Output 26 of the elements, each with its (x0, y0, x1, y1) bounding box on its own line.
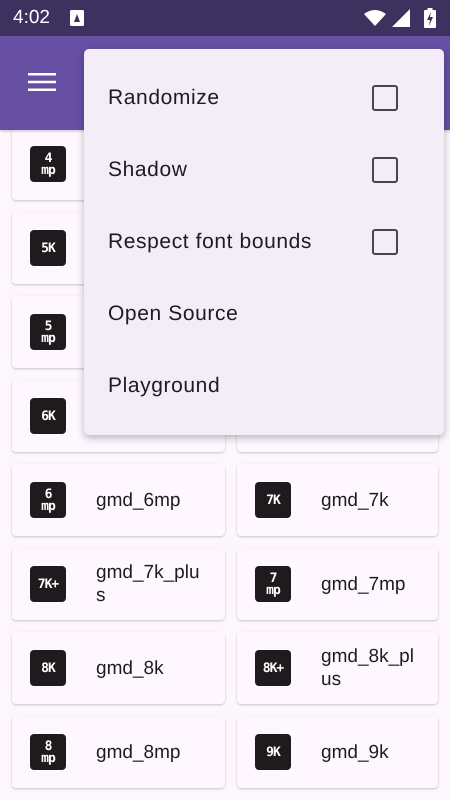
icon-name: gmd_7k (321, 488, 390, 512)
icon-name: gmd_8k_plus (321, 645, 415, 691)
menu-item-label: Playground (108, 374, 220, 398)
icon-name: gmd_8mp (96, 740, 182, 764)
badge-icon: 5K (30, 230, 66, 266)
menu-item-label: Randomize (108, 86, 220, 110)
badge-icon: 7K (255, 482, 291, 518)
icon-name: gmd_6mp (96, 488, 182, 512)
menu-item-label: Open Source (108, 302, 238, 326)
icon-name: gmd_8k (96, 656, 165, 680)
badge-icon: 7K+ (30, 566, 66, 602)
menu-item-label: Shadow (108, 158, 188, 182)
badge-icon: 8K (30, 650, 66, 686)
badge-icon: 9K (255, 734, 291, 770)
badge-icon: 4 mp (30, 146, 66, 182)
icon-name: gmd_9k (321, 740, 390, 764)
badge-icon: 8K+ (255, 650, 291, 686)
badge-icon: 7 mp (255, 566, 291, 602)
icon-name: gmd_7k_plus (96, 561, 201, 607)
badge-icon: 8 mp (30, 734, 66, 770)
badge-icon: 5 mp (30, 314, 66, 350)
clock-time: 4:02 (13, 7, 50, 29)
badge-icon: 6 mp (30, 482, 66, 518)
icon-name: gmd_7mp (321, 572, 406, 596)
badge-icon: 6K (30, 398, 66, 434)
menu-item-label: Respect font bounds (108, 230, 312, 254)
